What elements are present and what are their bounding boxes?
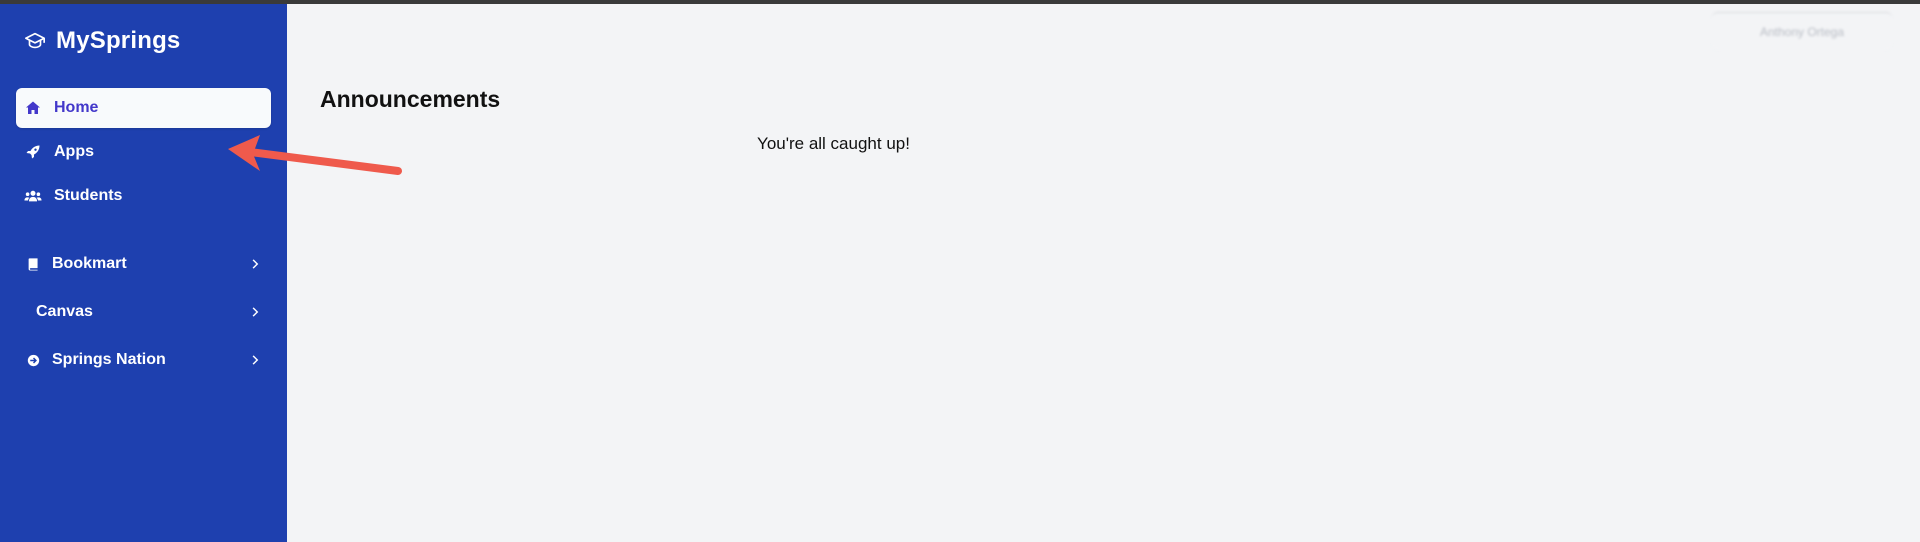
home-icon	[24, 99, 42, 117]
rocket-icon	[24, 143, 42, 161]
sidebar-item-springs-nation[interactable]: Springs Nation	[16, 340, 271, 380]
annotation-arrow	[228, 135, 402, 175]
sidebar-item-label: Apps	[54, 143, 94, 160]
main-content: Anthony Ortega Announcements You're all …	[287, 4, 1920, 542]
empty-state-message: You're all caught up!	[757, 134, 910, 153]
sidebar-item-label: Canvas	[36, 303, 93, 320]
chevron-right-icon	[247, 352, 263, 368]
app-title: MySprings	[56, 27, 181, 54]
sidebar-item-bookmart[interactable]: Bookmart	[16, 244, 271, 284]
page-title: Announcements	[320, 86, 501, 112]
sidebar-item-canvas[interactable]: Canvas	[16, 292, 271, 332]
user-menu-label: Anthony Ortega	[1759, 24, 1845, 39]
chevron-right-icon	[247, 256, 263, 272]
sidebar: MySprings Home Apps Students Bookmart Ca…	[0, 4, 287, 542]
sidebar-item-label: Springs Nation	[52, 351, 166, 368]
sidebar-item-label: Students	[54, 187, 123, 204]
sidebar-item-label: Home	[54, 99, 99, 116]
user-menu-button[interactable]: Anthony Ortega	[1712, 12, 1892, 50]
sidebar-item-home[interactable]: Home	[16, 88, 271, 128]
graduation-cap-icon	[24, 30, 46, 52]
users-icon	[24, 187, 42, 205]
book-icon	[24, 255, 42, 273]
brand[interactable]: MySprings	[24, 24, 180, 58]
arrow-circle-icon	[24, 351, 42, 369]
sidebar-item-label: Bookmart	[52, 255, 127, 272]
chevron-right-icon	[247, 304, 263, 320]
